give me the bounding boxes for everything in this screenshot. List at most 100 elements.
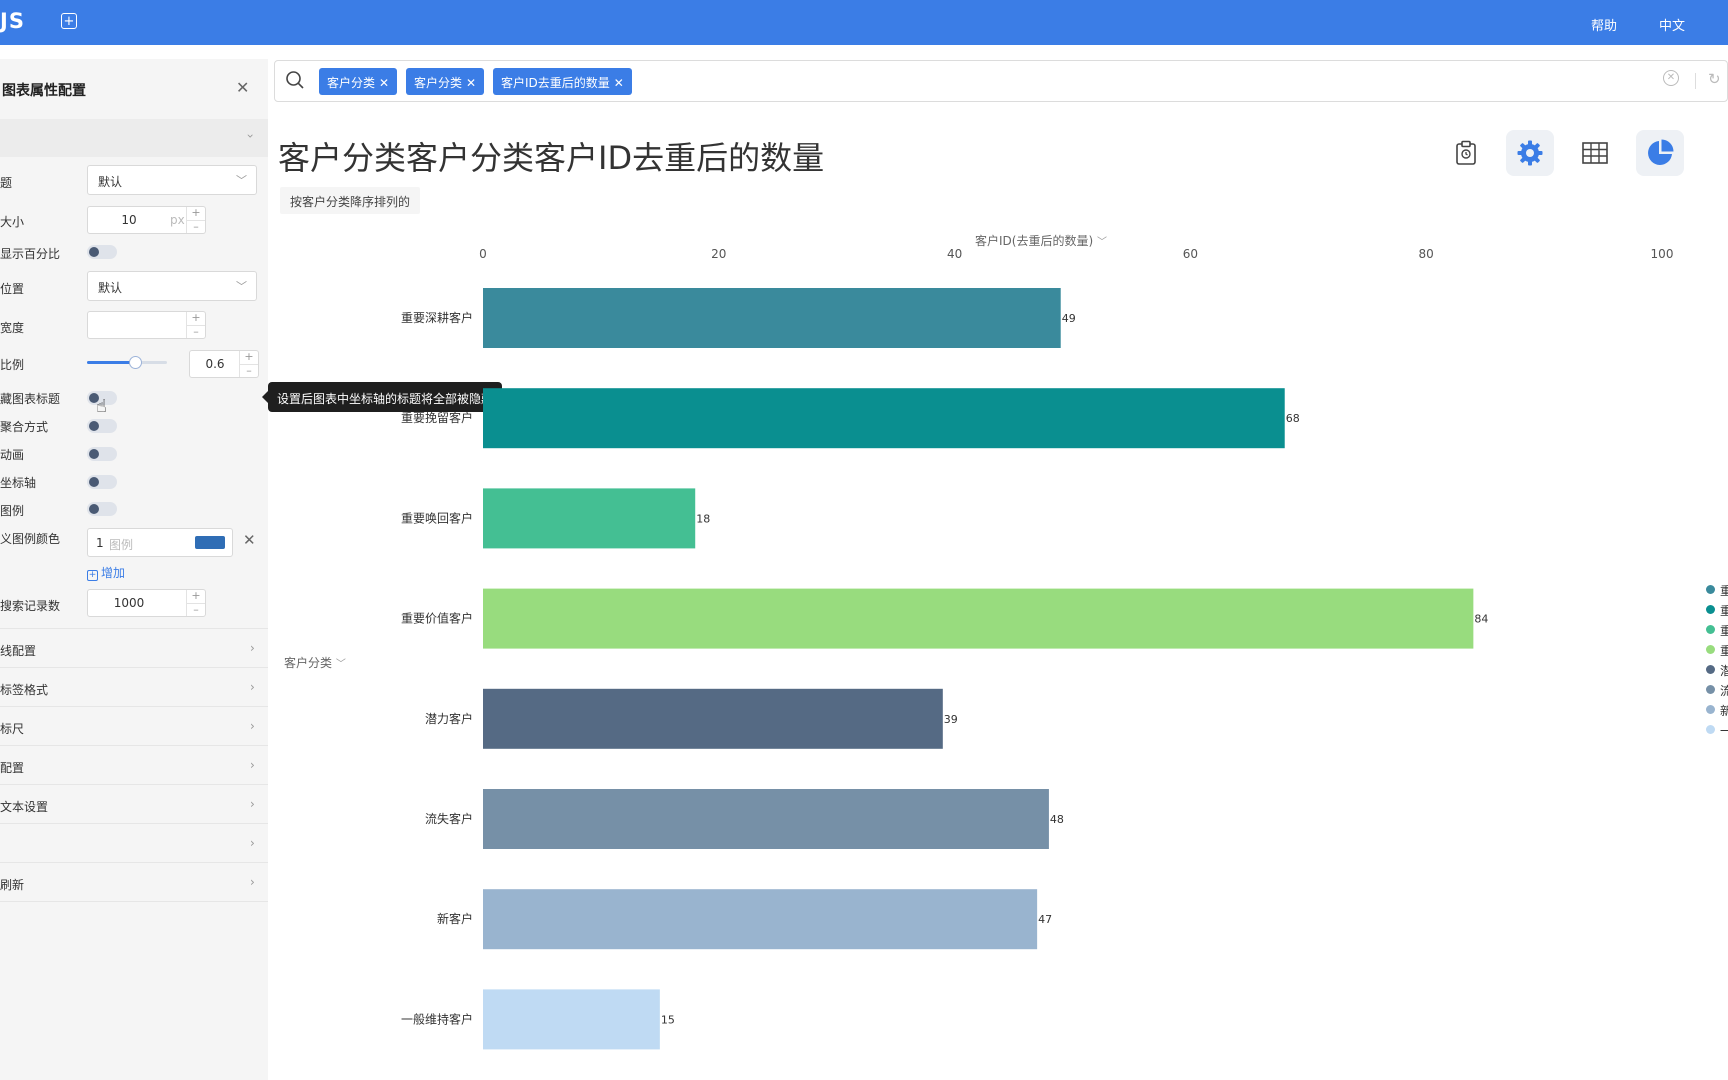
bar[interactable]: [483, 288, 1061, 348]
ratio-input[interactable]: 0.6 + –: [189, 350, 259, 378]
chevron-down-icon: ›: [243, 133, 258, 139]
section-label: 配置: [0, 761, 25, 775]
bar[interactable]: [483, 588, 1474, 649]
bar-width-label: 宽度: [0, 321, 25, 335]
font-size-label: 大小: [0, 215, 25, 229]
data-label: 49: [1062, 312, 1076, 325]
language-switch[interactable]: 中文: [1659, 15, 1685, 34]
chevron-right-icon: ›: [250, 758, 255, 772]
decrement-icon[interactable]: –: [187, 326, 205, 339]
decrement-icon[interactable]: –: [240, 365, 258, 378]
legend-swatch: [1706, 685, 1715, 694]
bar-width-input[interactable]: + –: [87, 311, 206, 339]
increment-icon[interactable]: +: [240, 351, 258, 365]
search-tag-category-1[interactable]: 客户分类 ✕: [319, 68, 398, 95]
title-style-select[interactable]: 默认 ﹀: [87, 165, 257, 195]
increment-icon[interactable]: +: [187, 207, 205, 221]
aggregation-toggle[interactable]: [87, 419, 117, 433]
data-label: 18: [696, 512, 710, 525]
decrement-icon[interactable]: –: [187, 221, 205, 234]
search-tag-measure[interactable]: 客户ID去重后的数量 ✕: [493, 68, 632, 95]
config-section[interactable]: 标签格式 ›: [0, 667, 268, 707]
legend-toggle[interactable]: [87, 502, 117, 516]
show-percent-toggle[interactable]: [87, 245, 117, 259]
x-axis-title[interactable]: 客户ID(去重后的数量) ﹀: [975, 232, 1107, 249]
add-icon[interactable]: +: [61, 13, 77, 29]
clear-icon[interactable]: ✕: [1663, 70, 1679, 86]
table-view-button[interactable]: [1571, 130, 1619, 176]
close-icon[interactable]: ✕: [614, 76, 624, 90]
bar[interactable]: [483, 388, 1285, 449]
legend-swatch: [1706, 665, 1715, 674]
config-section[interactable]: ›: [0, 823, 268, 863]
legend-label: 重: [1720, 624, 1728, 638]
config-section[interactable]: 配置 ›: [0, 745, 268, 785]
close-icon[interactable]: ✕: [379, 76, 389, 90]
legend-swatch: [1706, 585, 1715, 594]
remove-color-icon[interactable]: ✕: [243, 531, 256, 549]
chart-type-button[interactable]: [1636, 130, 1684, 176]
animation-toggle[interactable]: [87, 447, 117, 461]
label-position-select[interactable]: 默认 ﹀: [87, 271, 257, 301]
bar[interactable]: [483, 688, 943, 749]
hide-chart-title-label: 藏图表标题: [0, 392, 61, 406]
section-label: 标签格式: [0, 683, 49, 697]
legend-swatch: [1706, 725, 1715, 734]
search-bar[interactable]: 客户分类 ✕ 客户分类 ✕ 客户ID去重后的数量 ✕ ✕ ↻: [274, 60, 1728, 102]
y-tick-label: 一般维持客户: [401, 1011, 473, 1026]
increment-icon[interactable]: +: [187, 590, 205, 604]
config-section[interactable]: 刷新 ›: [0, 862, 268, 902]
legend-swatch: [1706, 625, 1715, 634]
bar[interactable]: [483, 789, 1049, 849]
clipboard-button[interactable]: [1442, 130, 1490, 176]
bar-width-stepper[interactable]: + –: [186, 312, 205, 338]
ratio-label: 比例: [0, 358, 25, 372]
collapse-bar[interactable]: ›: [0, 119, 268, 157]
add-label: 增加: [101, 566, 126, 580]
add-color-button[interactable]: + 增加: [87, 564, 125, 581]
x-axis-title-text: 客户ID(去重后的数量): [975, 234, 1094, 248]
slider-thumb[interactable]: [129, 356, 142, 369]
bar[interactable]: [483, 989, 660, 1050]
axis-toggle[interactable]: [87, 475, 117, 489]
ratio-slider[interactable]: [87, 356, 167, 369]
data-label: 15: [661, 1013, 675, 1026]
bar[interactable]: [483, 889, 1038, 950]
bar[interactable]: [483, 488, 696, 549]
show-percent-label: 显示百分比: [0, 247, 61, 261]
label-position-label: 位置: [0, 282, 25, 296]
font-size-stepper[interactable]: + –: [186, 207, 205, 233]
chevron-right-icon: ›: [250, 836, 255, 850]
tag-label: 客户ID去重后的数量: [501, 76, 610, 90]
color-swatch[interactable]: [195, 536, 225, 549]
y-axis-title[interactable]: 客户分类 ﹀: [284, 654, 346, 671]
chart-config-panel: 图表属性配置 ✕ › 题 默认 ﹀ 大小 10 px + – 显示百分比 位置 默认…: [0, 59, 268, 1080]
y-axis-title-text: 客户分类: [284, 656, 333, 670]
increment-icon[interactable]: +: [187, 312, 205, 326]
slider-fill: [87, 361, 135, 364]
settings-button[interactable]: [1506, 130, 1554, 176]
x-tick-label: 80: [1419, 247, 1434, 261]
close-icon[interactable]: ✕: [236, 78, 249, 97]
max-records-stepper[interactable]: + –: [186, 590, 205, 616]
config-section[interactable]: 标尺 ›: [0, 706, 268, 746]
close-icon[interactable]: ✕: [466, 76, 476, 90]
axis-label: 坐标轴: [0, 476, 37, 490]
chart-title: 客户分类客户分类客户ID去重后的数量: [278, 139, 825, 177]
config-section[interactable]: 文本设置 ›: [0, 784, 268, 824]
chevron-down-icon: ﹀: [236, 280, 247, 293]
chevron-down-icon: ﹀: [1096, 237, 1107, 248]
config-section[interactable]: 线配置 ›: [0, 628, 268, 668]
search-tag-category-2[interactable]: 客户分类 ✕: [406, 68, 485, 95]
legend-color-field[interactable]: 1 图例: [87, 528, 233, 557]
help-link[interactable]: 帮助: [1591, 15, 1617, 34]
x-tick-label: 0: [479, 247, 487, 261]
max-records-input[interactable]: 1000 + –: [87, 589, 206, 617]
toggle-knob: [89, 504, 99, 514]
sort-chip[interactable]: 按客户分类降序排列的: [280, 187, 421, 214]
decrement-icon[interactable]: –: [187, 604, 205, 617]
refresh-icon[interactable]: ↻: [1708, 70, 1721, 88]
font-size-input[interactable]: 10 px + –: [87, 206, 206, 234]
pointer-cursor-icon: ☝: [96, 396, 107, 417]
ratio-stepper[interactable]: + –: [239, 351, 258, 377]
